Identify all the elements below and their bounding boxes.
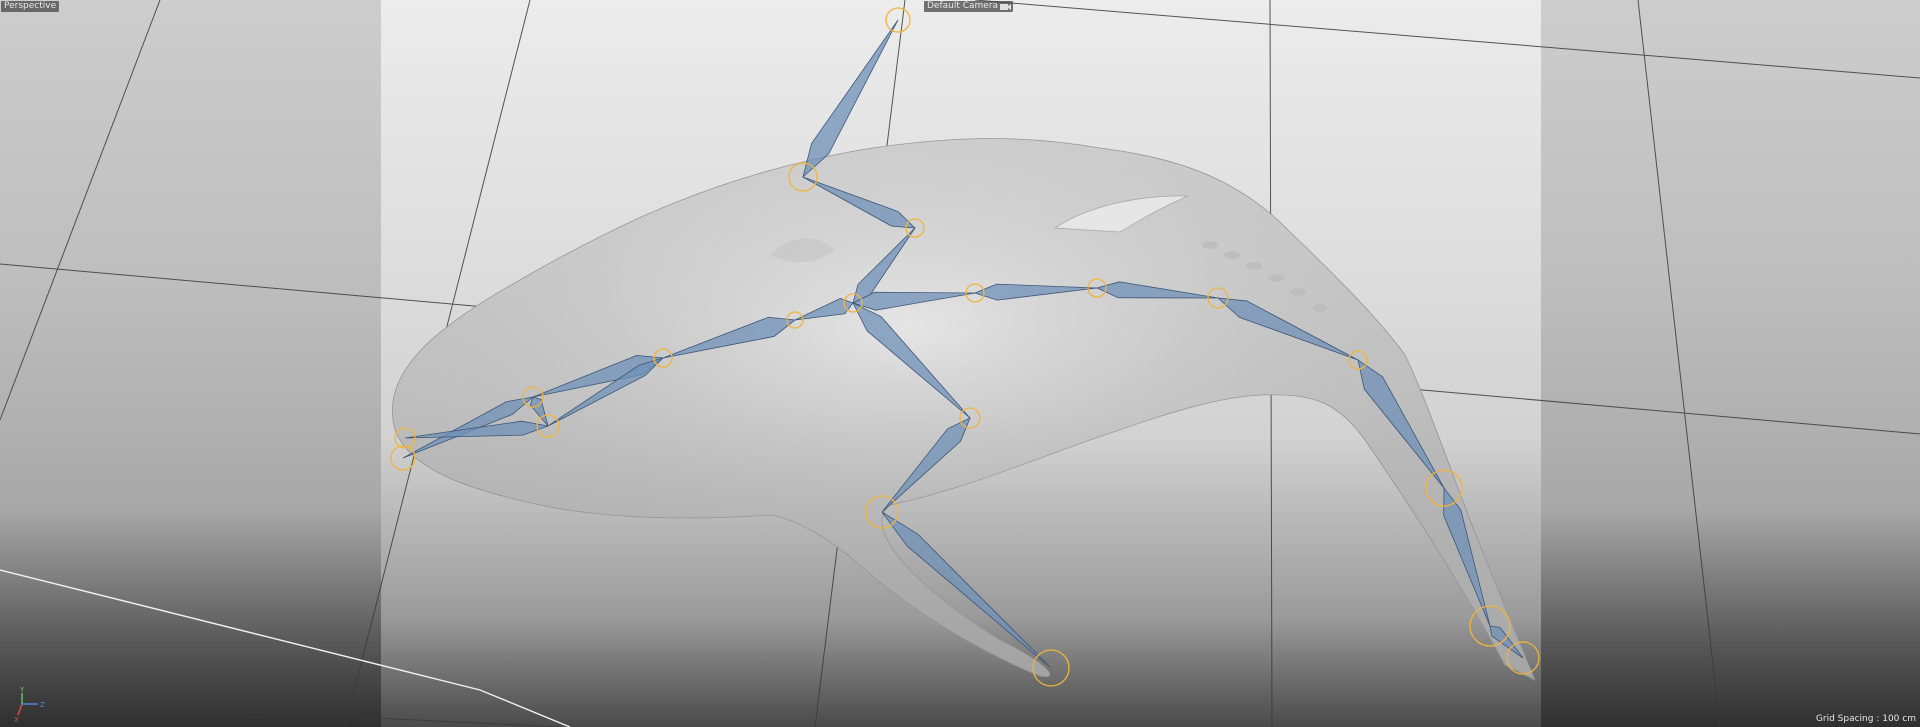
x-axis-line [17, 703, 23, 716]
z-axis-label: Z [40, 701, 45, 709]
axis-gizmo: Y Z X [14, 686, 45, 722]
grid-spacing-readout: Grid Spacing : 100 cm [1815, 714, 1916, 724]
x-axis-label: X [14, 716, 19, 722]
camera-name: Default Camera [927, 1, 999, 11]
viewport[interactable]: Perspective Default Camera Y Z X Grid Sp… [0, 0, 1920, 727]
floor-edge [0, 569, 571, 727]
scene-canvas[interactable] [0, 0, 1920, 727]
y-axis-label: Y [19, 686, 25, 694]
camera-icon[interactable] [1000, 3, 1012, 11]
whale-mesh[interactable] [391, 138, 1536, 681]
camera-menu[interactable]: Default Camera [924, 1, 1014, 12]
viewport-name-label[interactable]: Perspective [1, 1, 60, 12]
